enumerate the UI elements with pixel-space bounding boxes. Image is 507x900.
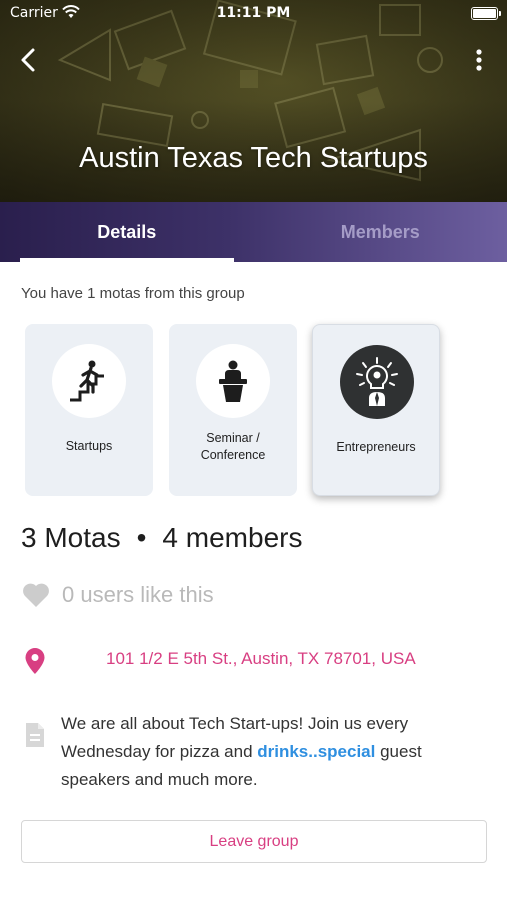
card-label: Startups [65,439,113,453]
address-text[interactable]: 101 1/2 E 5th St., Austin, TX 78701, USA [106,649,416,669]
stairs-climber-icon [70,360,104,402]
tab-details[interactable]: Details [0,202,254,262]
header-banner: Carrier 11:11 PM Austin Texas Tech Start… [0,0,507,202]
tab-details-label: Details [97,221,157,242]
motas-count-text: You have 1 motas from this group [21,285,245,302]
lightbulb-person-icon [356,357,398,406]
members-count: 4 members [162,522,303,553]
likes-text: 0 users like this [62,582,214,607]
likes-row: 0 users like this [22,580,214,610]
card-label: Entrepreneurs [336,440,416,454]
group-title: Austin Texas Tech Startups [79,142,428,174]
leave-group-label: Leave group [209,832,299,850]
group-stats: 3 Motas • 4 members [21,522,302,554]
stats-separator: • [136,522,147,553]
description-link[interactable]: drinks..special [257,742,375,761]
mota-card-entrepreneurs[interactable]: Entrepreneurs [312,324,440,496]
tab-members-label: Members [340,221,420,242]
status-time: 11:11 PM [216,5,291,21]
card-icon-circle [340,345,414,419]
motas-count: 3 Motas [21,522,121,553]
podium-speaker-icon [219,360,247,402]
card-icon-circle [196,344,270,418]
leave-group-button[interactable]: Leave group [21,820,487,863]
mota-card-startups[interactable]: Startups [25,324,153,496]
location-pin-icon [25,648,45,674]
tab-members[interactable]: Members [254,202,507,262]
tab-bar: Details Members [0,202,507,262]
back-arrow-icon[interactable] [14,44,46,76]
battery-icon [471,7,501,20]
card-label: Seminar / Conference [200,431,266,462]
heart-icon[interactable] [22,582,50,608]
description-text: We are all about Tech Start-ups! Join us… [61,710,481,794]
more-options-icon[interactable] [467,46,491,74]
document-icon [26,723,44,747]
status-bar: Carrier 11:11 PM [0,0,507,28]
mota-card-seminar[interactable]: Seminar / Conference [169,324,297,496]
active-tab-indicator [20,258,234,262]
card-icon-circle [52,344,126,418]
address-row[interactable]: 101 1/2 E 5th St., Austin, TX 78701, USA [24,645,494,675]
